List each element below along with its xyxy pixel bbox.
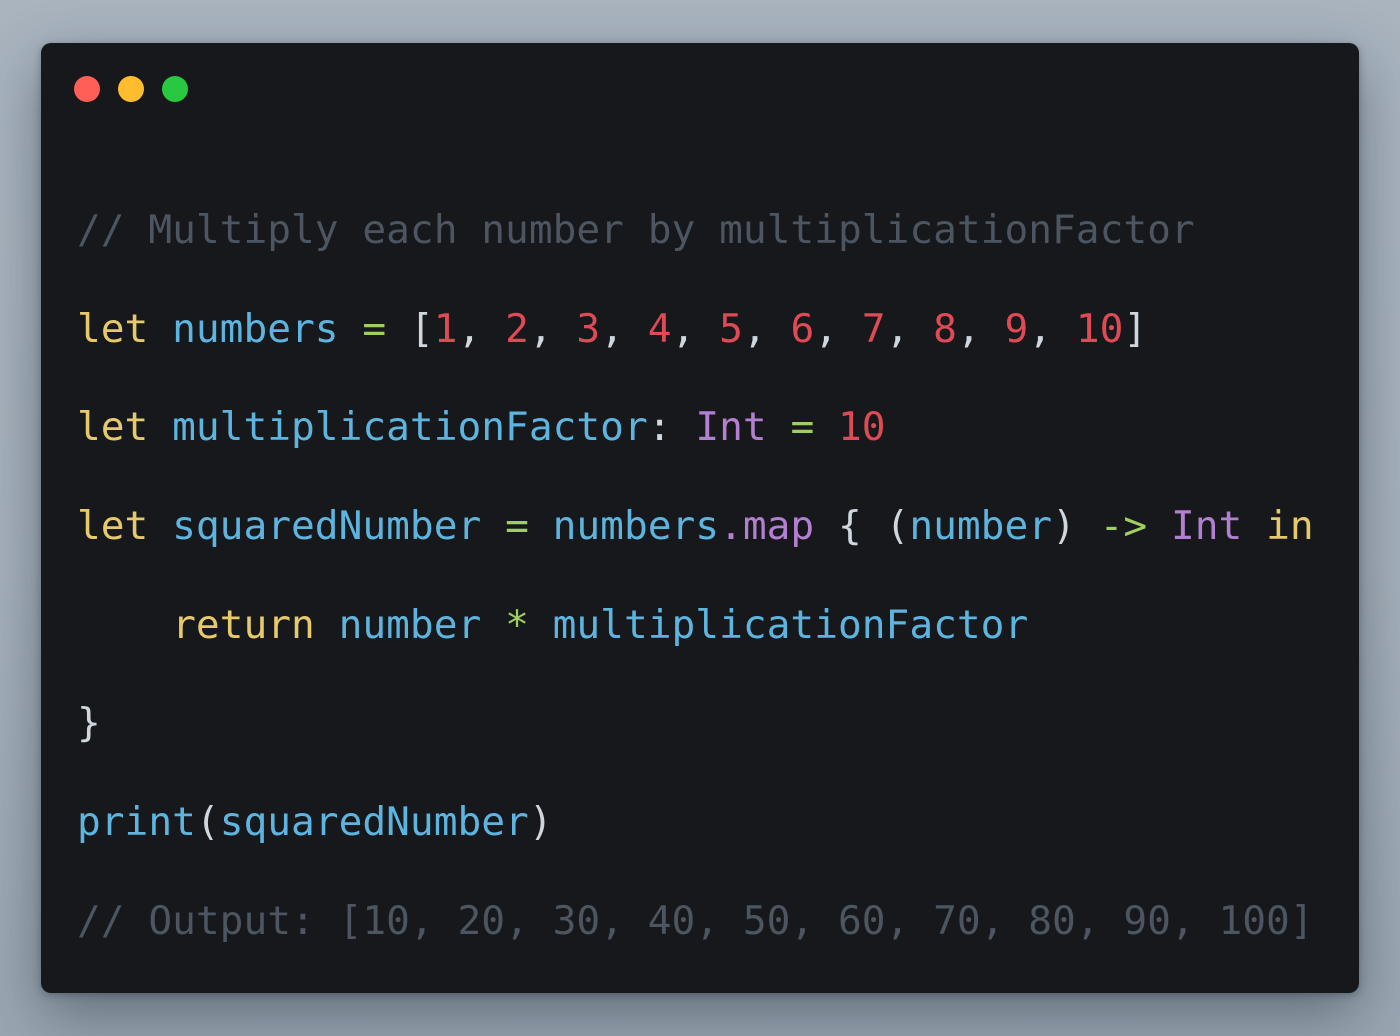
code-token-num: 9 <box>1004 305 1029 352</box>
code-token-punc <box>148 306 172 352</box>
code-token-punc <box>814 503 838 549</box>
code-token-kw: return <box>172 601 315 648</box>
code-token-punc <box>386 306 410 352</box>
code-token-punc: ) <box>528 799 553 846</box>
code-token-punc <box>77 602 172 648</box>
code-token-id: multiplicationFactor <box>552 601 1029 648</box>
code-token-op: = <box>790 404 815 451</box>
code-token-num: 5 <box>719 305 743 352</box>
code-token-kw: let <box>77 404 149 451</box>
code-token-num: 8 <box>933 305 957 352</box>
code-token-punc <box>1242 503 1266 549</box>
code-token-punc: ( <box>195 799 220 846</box>
code-line-print-line: print(squaredNumber) <box>77 773 1314 872</box>
code-token-punc: ) <box>1052 503 1100 550</box>
code-token-punc <box>148 404 172 450</box>
code-token-id: number <box>909 503 1053 550</box>
code-token-type: Int <box>1170 503 1243 550</box>
code-token-num: 7 <box>861 305 886 352</box>
code-window: // Multiply each number by multiplicatio… <box>41 43 1359 993</box>
code-token-id: squaredNumber <box>172 503 482 550</box>
code-token-id: numbers <box>552 503 720 550</box>
code-line-factor-declaration-line: let multiplicationFactor: Int = 10 <box>77 378 1314 477</box>
code-token-punc <box>481 602 505 648</box>
code-token-num: 4 <box>647 305 672 352</box>
code-token-punc: , <box>885 305 934 352</box>
code-token-kw: let <box>77 503 149 550</box>
code-token-punc <box>339 306 363 352</box>
code-token-num: 10 <box>1075 305 1124 352</box>
code-token-kw: in <box>1266 503 1314 550</box>
code-token-id: number <box>338 601 482 648</box>
code-token-punc: : <box>647 404 696 451</box>
zoom-window-button[interactable] <box>162 76 188 102</box>
code-token-punc: , <box>457 305 506 352</box>
code-token-type: Int <box>695 404 767 451</box>
code-token-num: 2 <box>505 305 529 352</box>
code-token-punc <box>529 602 553 648</box>
code-token-punc: , <box>742 305 791 352</box>
code-token-punc: } <box>77 700 101 747</box>
code-token-op: -> <box>1099 503 1148 550</box>
code-token-punc: , <box>956 305 1005 352</box>
code-token-num: 3 <box>576 305 601 352</box>
code-token-comment: // Multiply each number by multiplicatio… <box>77 207 1195 253</box>
code-token-punc <box>315 602 339 648</box>
window-controls <box>74 76 188 102</box>
code-token-op: = <box>505 503 529 550</box>
code-line-map-call-line: let squaredNumber = numbers.map { (numbe… <box>77 477 1314 576</box>
minimize-window-button[interactable] <box>118 76 144 102</box>
code-token-num: 1 <box>433 305 458 352</box>
code-line-closing-brace-line: } <box>77 674 1314 773</box>
code-token-punc: ( <box>861 503 910 550</box>
code-token-op: * <box>505 601 529 648</box>
code-token-id: multiplicationFactor <box>172 404 648 451</box>
code-token-kw: let <box>77 305 149 352</box>
code-token-punc <box>1147 503 1171 549</box>
code-token-punc: , <box>671 305 720 352</box>
code-token-punc <box>481 503 505 549</box>
code-token-punc <box>148 503 172 549</box>
code-token-punc <box>814 404 838 450</box>
code-token-id: print <box>77 799 196 846</box>
code-token-punc: , <box>528 305 577 352</box>
code-token-id: numbers <box>172 305 339 352</box>
code-line-comment-line: // Multiply each number by multiplicatio… <box>77 181 1314 280</box>
code-token-punc <box>767 404 791 450</box>
code-token-punc: { <box>838 503 862 550</box>
code-token-punc: ] <box>1123 305 1148 352</box>
code-token-type: .map <box>719 503 815 550</box>
code-token-id: squaredNumber <box>219 799 529 846</box>
code-token-comment: // Output: [10, 20, 30, 40, 50, 60, 70, … <box>77 897 1314 944</box>
code-token-punc: , <box>814 305 862 352</box>
code-token-num: 6 <box>790 305 815 352</box>
code-token-num: 10 <box>838 404 886 451</box>
code-line-return-line: return number * multiplicationFactor <box>77 576 1314 675</box>
code-token-punc <box>529 503 553 549</box>
code-line-output-comment-line: // Output: [10, 20, 30, 40, 50, 60, 70, … <box>77 872 1314 971</box>
code-token-punc: [ <box>409 305 434 352</box>
code-token-op: = <box>362 305 387 352</box>
close-window-button[interactable] <box>74 76 100 102</box>
code-editor: // Multiply each number by multiplicatio… <box>77 181 1314 971</box>
code-line-numbers-declaration-line: let numbers = [1, 2, 3, 4, 5, 6, 7, 8, 9… <box>77 280 1314 379</box>
code-token-punc: , <box>1028 305 1076 352</box>
code-token-punc: , <box>600 305 648 352</box>
